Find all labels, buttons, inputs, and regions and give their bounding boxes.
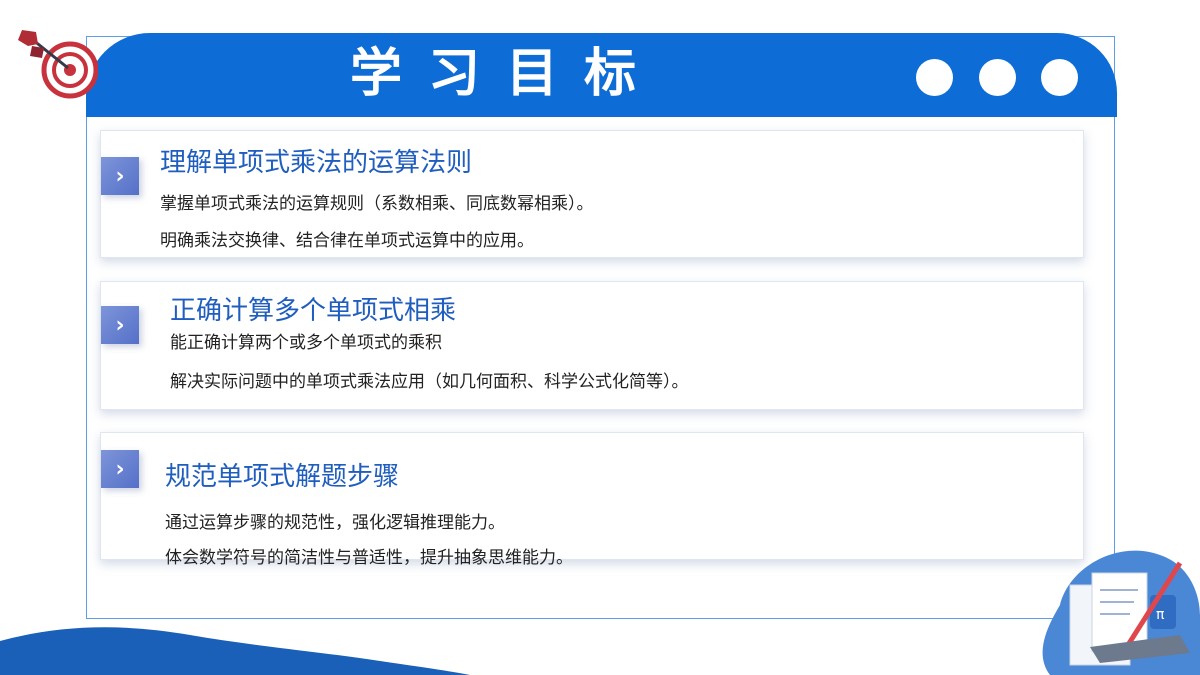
objective-title-2: 正确计算多个单项式相乘 [170,296,457,326]
header-dot-2 [979,59,1016,96]
chevron-right-icon: › [101,157,139,195]
chevron-right-icon: › [101,306,139,344]
objective-line-2-1: 能正确计算两个或多个单项式的乘积 [170,333,442,353]
header-dot-1 [916,59,953,96]
objective-line-1-2: 明确乘法交换律、结合律在单项式运算中的应用。 [160,231,534,251]
header-dot-3 [1041,59,1078,96]
objective-line-3-2: 体会数学符号的简洁性与普适性，提升抽象思维能力。 [165,548,573,568]
objective-title-1: 理解单项式乘法的运算法则 [160,148,473,178]
objective-line-2-2: 解决实际问题中的单项式乘法应用（如几何面积、科学公式化简等）。 [170,372,689,392]
objective-card-3 [100,432,1084,560]
page-title: 学习目标 [350,44,663,104]
chevron-right-icon: › [101,450,139,488]
objective-line-3-1: 通过运算步骤的规范性，强化逻辑推理能力。 [165,513,505,533]
svg-text:π: π [1156,607,1165,623]
objective-line-1-1: 掌握单项式乘法的运算规则（系数相乘、同底数幂相乘）。 [160,194,594,214]
objective-title-3: 规范单项式解题步骤 [165,462,400,492]
math-stationery-illustration: π [1042,550,1200,675]
dartboard-target-icon [18,30,98,99]
